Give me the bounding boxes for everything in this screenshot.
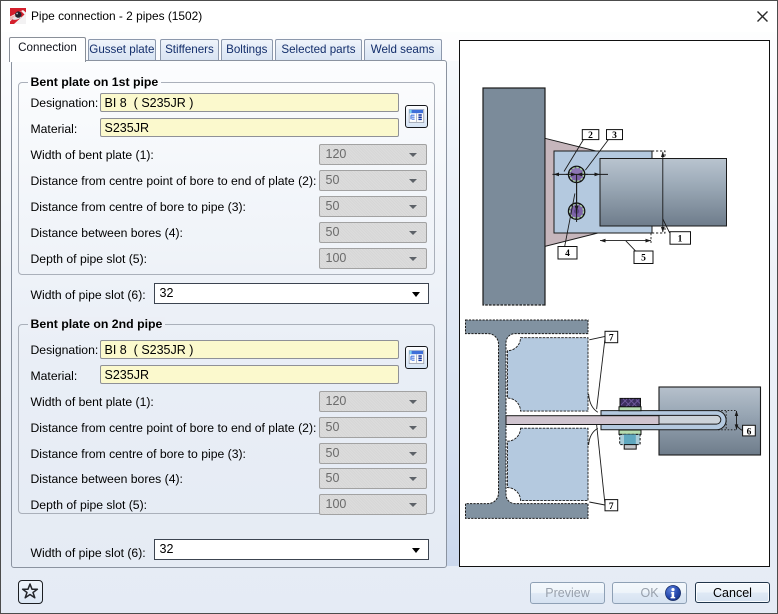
svg-text:3: 3: [612, 131, 617, 141]
svg-text:7: 7: [609, 502, 614, 512]
svg-text:1: 1: [678, 234, 683, 244]
svg-text:7: 7: [609, 334, 614, 344]
svg-text:4: 4: [565, 249, 570, 259]
svg-text:6: 6: [747, 427, 752, 437]
svg-text:5: 5: [641, 254, 646, 264]
svg-text:2: 2: [588, 131, 593, 141]
